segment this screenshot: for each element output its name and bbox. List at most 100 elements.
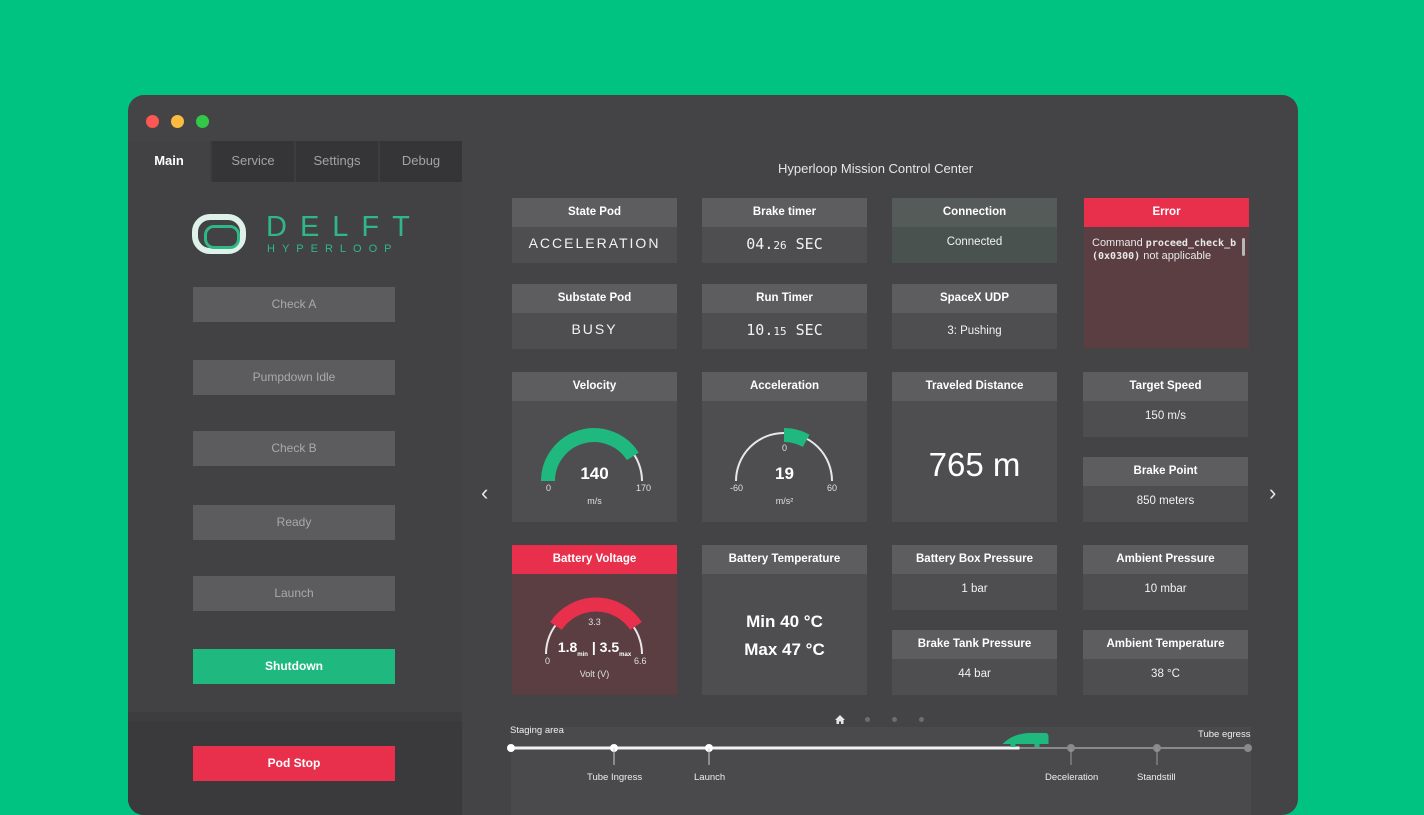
track-label-deceleration: Deceleration (1045, 772, 1099, 783)
track-diagram (507, 733, 1252, 765)
brake-timer-card: Brake timer 04.26 SEC (702, 198, 867, 263)
traveled-distance-card: Traveled Distance 765 m (892, 372, 1057, 522)
close-window-button[interactable] (146, 115, 159, 128)
page-dot[interactable] (919, 717, 924, 722)
tab-debug[interactable]: Debug (380, 141, 462, 182)
ready-button[interactable]: Ready (193, 505, 395, 540)
page-title: Hyperloop Mission Control Center (778, 161, 974, 176)
voltage-range: 1.8min | 3.5max (557, 639, 632, 658)
maximize-window-button[interactable] (196, 115, 209, 128)
tab-bar: Main Service Settings Debug (128, 141, 462, 182)
gauge-fill (783, 427, 810, 447)
voltage-min: 1.8 (557, 639, 578, 655)
card-title: Run Timer (702, 284, 867, 313)
spacex-udp-value: 3: Pushing (947, 325, 1002, 337)
battery-box-pressure-value: 1 bar (961, 583, 988, 595)
track-node-end (1244, 744, 1252, 752)
pod-stop-button[interactable]: Pod Stop (193, 746, 395, 781)
run-timer-card: Run Timer 10.15 SEC (702, 284, 867, 349)
timer-frac: 15 (773, 325, 787, 338)
sidebar-body: DELFT HYPERLOOP Check A Pumpdown Idle Ch… (128, 182, 462, 712)
timer-int: 04. (746, 235, 774, 253)
minimize-window-button[interactable] (171, 115, 184, 128)
ambient-temperature-value: 38 °C (1151, 668, 1180, 680)
error-suffix: not applicable (1140, 250, 1212, 262)
card-title: Traveled Distance (892, 372, 1057, 401)
card-title: Battery Box Pressure (892, 545, 1057, 574)
track-node-start (507, 744, 515, 752)
battery-box-pressure-card: Battery Box Pressure 1 bar (892, 545, 1057, 610)
launch-button[interactable]: Launch (193, 576, 395, 611)
check-b-button[interactable]: Check B (193, 431, 395, 466)
voltage-max: 3.5 (599, 639, 620, 655)
card-title: Brake Tank Pressure (892, 630, 1057, 659)
sidebar: Main Service Settings Debug DELFT HYPERL… (128, 141, 462, 815)
card-title: Substate Pod (512, 284, 677, 313)
gauge-unit: Volt (V) (579, 669, 610, 679)
gauge-unit: m/s² (775, 496, 794, 506)
track-label-tube-ingress: Tube Ingress (587, 772, 643, 783)
brake-timer-value: 04.26 SEC (702, 227, 867, 263)
pumpdown-idle-button[interactable]: Pumpdown Idle (193, 360, 395, 395)
timer-int: 10. (746, 321, 774, 339)
distance-unit: m (992, 446, 1021, 483)
page-dot[interactable] (892, 717, 897, 722)
card-title: State Pod (512, 198, 677, 227)
brake-point-card: Brake Point 850 meters (1083, 457, 1248, 522)
page-dot[interactable] (865, 717, 870, 722)
gauge-min: -60 (730, 483, 744, 493)
ambient-pressure-value: 10 mbar (1144, 583, 1187, 595)
card-title: Acceleration (702, 372, 867, 401)
card-title: Brake timer (702, 198, 867, 227)
timer-unit: SEC (786, 235, 823, 253)
tab-service[interactable]: Service (212, 141, 294, 182)
gauge-max: 170 (636, 483, 652, 493)
spacex-udp-card: SpaceX UDP 3: Pushing (892, 284, 1057, 349)
card-title: Ambient Pressure (1083, 545, 1248, 574)
gauge-high: 6.6 (634, 656, 647, 666)
battery-temperature-card: Battery Temperature Min 40 °C Max 47 °C (702, 545, 867, 695)
next-page-arrow-icon[interactable]: › (1269, 480, 1276, 506)
acceleration-card: Acceleration 0 19 -60 60 m/s² (702, 372, 867, 522)
timer-unit: SEC (786, 321, 823, 339)
tab-main[interactable]: Main (128, 141, 210, 182)
ambient-pressure-card: Ambient Pressure 10 mbar (1083, 545, 1248, 610)
title-bar (128, 95, 1298, 141)
logo-title: DELFT (266, 211, 423, 243)
pod-icon (1002, 733, 1049, 747)
distance-number: 765 (928, 446, 984, 483)
track-label-launch: Launch (694, 772, 726, 783)
card-title: Connection (892, 198, 1057, 227)
brake-tank-pressure-card: Brake Tank Pressure 44 bar (892, 630, 1057, 695)
velocity-card: Velocity 140 0 170 m/s (512, 372, 677, 522)
card-title: Battery Voltage (512, 545, 677, 574)
voltage-min-label: min (577, 651, 588, 658)
card-title: Battery Temperature (702, 545, 867, 574)
previous-page-arrow-icon[interactable]: ‹ (481, 480, 488, 506)
card-title: Brake Point (1083, 457, 1248, 486)
target-speed-card: Target Speed 150 m/s (1083, 372, 1248, 437)
velocity-value: 140 (580, 464, 609, 483)
gauge-mid: 3.3 (588, 617, 601, 627)
connection-card: Connection Connected (892, 198, 1057, 263)
battery-temp-min: Min 40 °C (746, 612, 823, 631)
gauge-min: 0 (546, 483, 552, 493)
gauge-max: 60 (827, 483, 838, 493)
traveled-distance-value: 765 m (892, 446, 1057, 484)
error-card: Error Command proceed_check_b (0x0300) n… (1084, 198, 1249, 348)
brake-tank-pressure-value: 44 bar (958, 668, 991, 680)
substate-pod-card: Substate Pod BUSY (512, 284, 677, 349)
error-message: Command proceed_check_b (0x0300) not app… (1084, 227, 1249, 273)
delft-hyperloop-logo: DELFT HYPERLOOP (192, 211, 412, 258)
check-a-button[interactable]: Check A (193, 287, 395, 322)
error-prefix: Command (1092, 237, 1146, 249)
tab-settings[interactable]: Settings (296, 141, 378, 182)
substate-pod-value: BUSY (571, 321, 618, 337)
app-window: Main Service Settings Debug DELFT HYPERL… (128, 95, 1298, 815)
shutdown-button[interactable]: Shutdown (193, 649, 395, 684)
gauge-unit: m/s (587, 496, 602, 506)
track-label-standstill: Standstill (1137, 772, 1176, 783)
error-scrollbar[interactable] (1242, 238, 1245, 256)
timer-frac: 26 (773, 239, 787, 252)
home-page-icon[interactable] (835, 715, 845, 725)
